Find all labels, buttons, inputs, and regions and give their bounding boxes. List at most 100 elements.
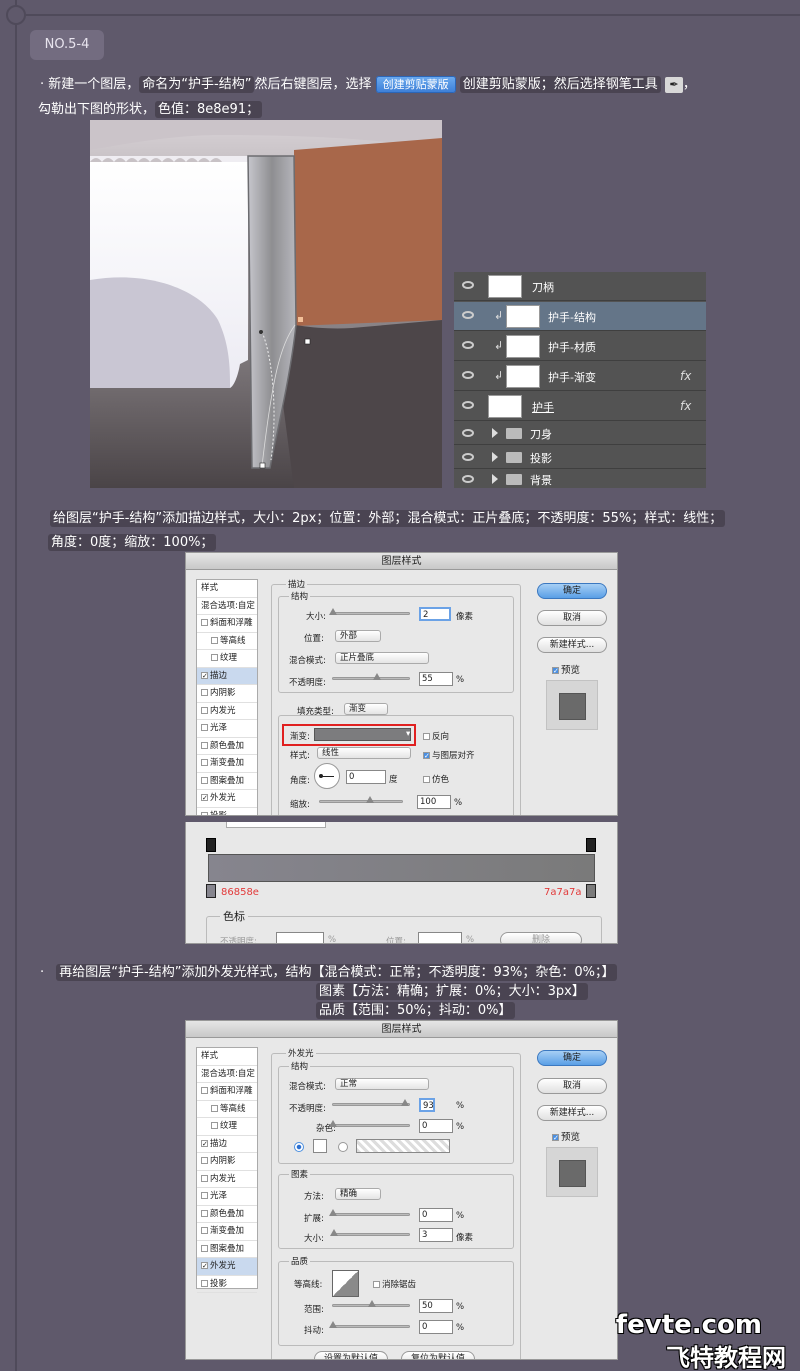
slider-knob[interactable] (329, 608, 337, 615)
styles-header[interactable]: 样式 (197, 580, 257, 598)
layer-row[interactable]: ↲ 护手-渐变 fx (454, 362, 706, 391)
color-stop-right[interactable] (586, 884, 596, 898)
checkbox-checked[interactable]: ✓ (201, 1262, 208, 1270)
checkbox[interactable] (201, 706, 208, 714)
dropdown-arrow-icon[interactable]: ▾ (406, 729, 410, 739)
style-item-gradient-overlay[interactable]: 渐变叠加 (197, 755, 257, 773)
checkbox[interactable] (201, 741, 208, 749)
antialias-option[interactable]: 消除锯齿 (373, 1278, 416, 1290)
checkbox[interactable] (201, 1279, 208, 1287)
layer-group-row[interactable]: 投影 (454, 446, 706, 469)
expand-arrow-icon[interactable] (492, 428, 498, 438)
slider-knob[interactable] (330, 1229, 338, 1236)
checkbox-checked[interactable]: ✓ (201, 1139, 208, 1147)
style-item-inner-glow[interactable]: 内发光 (197, 1171, 257, 1188)
fill-type-select[interactable]: 渐变 (344, 703, 388, 715)
dither-option[interactable]: 仿色 (423, 773, 449, 785)
checkbox-checked[interactable]: ✓ (552, 667, 559, 675)
expand-arrow-icon[interactable] (492, 452, 498, 462)
reset-default-button[interactable]: 复位为默认值 (401, 1351, 475, 1359)
new-style-button[interactable]: 新建样式... (537, 1105, 607, 1121)
range-input[interactable]: 50 (419, 1299, 453, 1313)
spread-slider[interactable] (329, 1209, 410, 1216)
slider-knob[interactable] (329, 1120, 337, 1127)
ok-button[interactable]: 确定 (537, 583, 607, 599)
blend-mode-select[interactable]: 正常 (335, 1078, 429, 1090)
style-item-stroke[interactable]: ✓ 描边 (197, 1136, 257, 1153)
opacity-input[interactable]: 55 (419, 672, 453, 686)
checkbox[interactable] (373, 1281, 380, 1288)
stop-location-input[interactable] (418, 932, 462, 943)
color-radio-selected[interactable] (294, 1142, 304, 1152)
jitter-slider[interactable] (329, 1321, 410, 1328)
angle-dial[interactable] (314, 763, 340, 789)
checkbox[interactable] (201, 1192, 208, 1199)
layer-row[interactable]: 护手 fx (454, 392, 706, 421)
cancel-button[interactable]: 取消 (537, 610, 607, 626)
checkbox[interactable] (201, 689, 208, 696)
style-item-inner-shadow[interactable]: 内阴影 (197, 685, 257, 703)
preview-option[interactable]: ✓ 预览 (552, 1129, 580, 1143)
layer-group-row[interactable]: 刀身 (454, 422, 706, 445)
slider-knob[interactable] (401, 1099, 409, 1106)
opacity-stop-right[interactable] (586, 838, 596, 852)
styles-header[interactable]: 样式 (197, 1048, 257, 1066)
checkbox[interactable] (211, 636, 218, 644)
style-item-pattern-overlay[interactable]: 图案叠加 (197, 1241, 257, 1258)
style-item-bevel[interactable]: 斜面和浮雕 (197, 615, 257, 633)
scale-slider[interactable] (319, 796, 403, 803)
eye-icon[interactable] (462, 311, 474, 319)
style-item-pattern-overlay[interactable]: 图案叠加 (197, 773, 257, 790)
style-item-texture[interactable]: 纹理 (197, 1118, 257, 1136)
jitter-input[interactable]: 0 (419, 1320, 453, 1334)
preview-option[interactable]: ✓ 预览 (552, 662, 580, 676)
fx-icon[interactable]: fx (680, 369, 691, 383)
style-item-satin[interactable]: 光泽 (197, 1188, 257, 1206)
eye-icon[interactable] (462, 475, 474, 483)
checkbox[interactable] (201, 1087, 208, 1094)
blend-mode-select[interactable]: 正片叠底 (335, 652, 429, 664)
reverse-option[interactable]: 反向 (423, 730, 449, 742)
glow-color-swatch[interactable] (313, 1139, 327, 1153)
delete-stop-button[interactable]: 删除 (500, 932, 582, 943)
checkbox-checked[interactable]: ✓ (423, 752, 430, 760)
noise-slider[interactable] (329, 1120, 410, 1127)
style-item-bevel[interactable]: 斜面和浮雕 (197, 1083, 257, 1101)
gradient-bar[interactable] (208, 854, 595, 882)
eye-icon[interactable] (462, 341, 474, 349)
align-option[interactable]: ✓ 与图层对齐 (423, 749, 475, 761)
checkbox[interactable] (211, 654, 218, 661)
new-style-button[interactable]: 新建样式... (537, 637, 607, 653)
opacity-stop-left[interactable] (206, 838, 216, 852)
style-item-gradient-overlay[interactable]: 渐变叠加 (197, 1223, 257, 1241)
layer-row[interactable]: 刀柄 (454, 272, 706, 301)
style-item-drop-shadow[interactable]: 投影 (197, 808, 257, 815)
noise-input[interactable]: 0 (419, 1119, 453, 1133)
eye-icon[interactable] (462, 281, 474, 289)
style-item-color-overlay[interactable]: 颜色叠加 (197, 738, 257, 755)
gradient-radio[interactable] (338, 1142, 348, 1152)
checkbox[interactable] (211, 1104, 218, 1112)
size-slider[interactable] (329, 608, 410, 615)
eye-icon[interactable] (462, 453, 474, 461)
checkbox[interactable] (201, 1157, 208, 1164)
opacity-slider[interactable] (332, 673, 410, 680)
slider-knob[interactable] (368, 1300, 376, 1307)
spread-input[interactable]: 0 (419, 1208, 453, 1222)
checkbox[interactable] (201, 1209, 208, 1217)
style-item-texture[interactable]: 纹理 (197, 650, 257, 668)
style-select[interactable]: 线性 (317, 747, 411, 759)
checkbox-checked[interactable]: ✓ (552, 1134, 559, 1142)
glow-gradient-picker[interactable] (356, 1139, 450, 1153)
ok-button[interactable]: 确定 (537, 1050, 607, 1066)
stop-opacity-input[interactable] (276, 932, 324, 943)
cancel-button[interactable]: 取消 (537, 1078, 607, 1094)
layer-group-row[interactable]: 背景 (454, 470, 706, 488)
checkbox[interactable] (201, 811, 208, 815)
angle-input[interactable]: 0 (346, 770, 386, 784)
scale-input[interactable]: 100 (417, 795, 451, 809)
checkbox[interactable] (201, 1244, 208, 1252)
style-item-color-overlay[interactable]: 颜色叠加 (197, 1206, 257, 1223)
style-item-contour[interactable]: 等高线 (197, 1101, 257, 1118)
fx-icon[interactable]: fx (680, 399, 691, 413)
